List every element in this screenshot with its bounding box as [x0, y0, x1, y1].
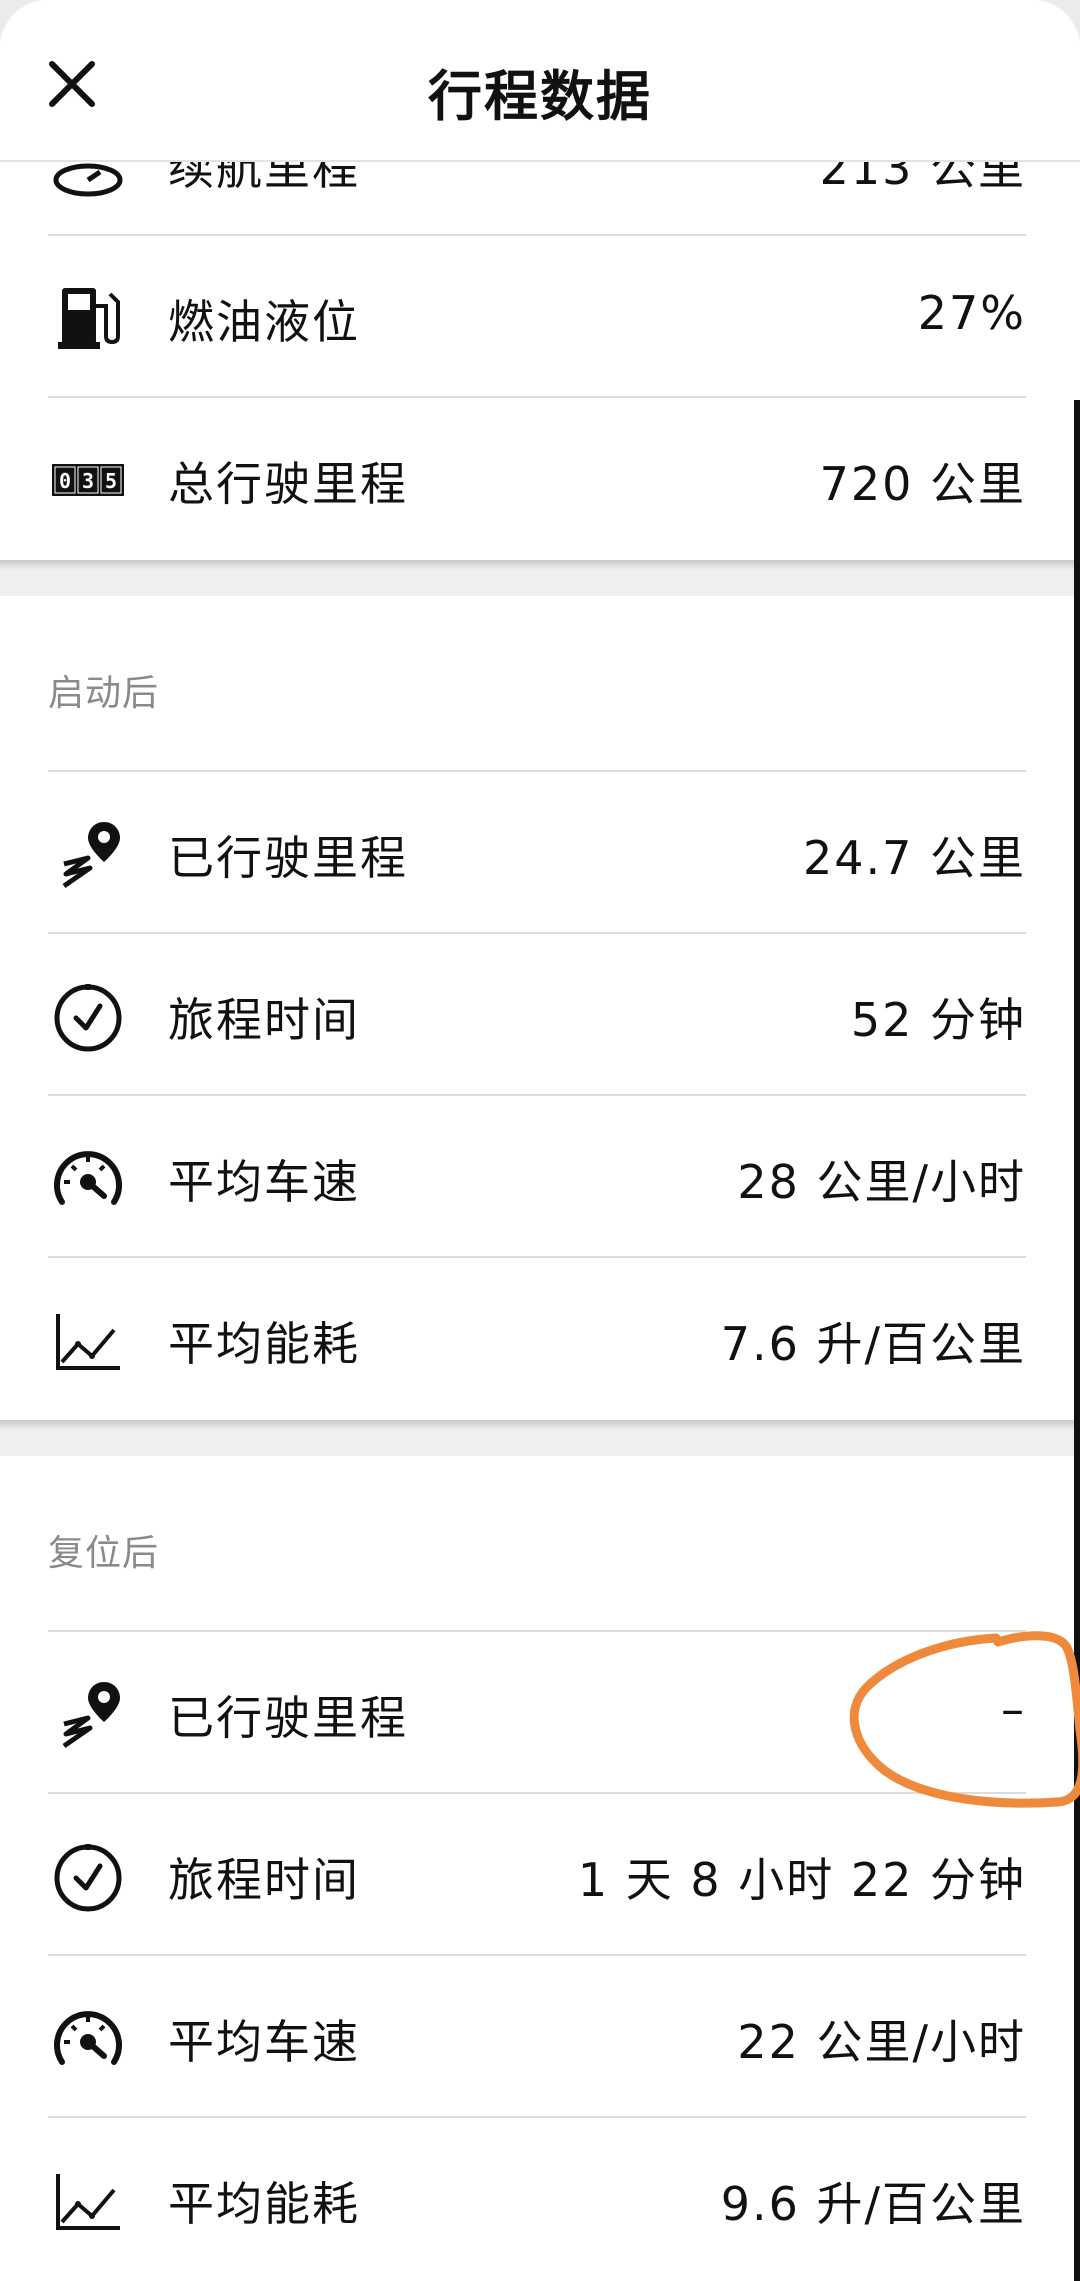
section-label-since-start: 启动后: [48, 673, 160, 714]
section-label-since-reset: 复位后: [48, 1533, 160, 1574]
row-value: 27%: [917, 286, 1026, 340]
row-value: 22 公里/小时: [737, 2015, 1026, 2069]
row-label: 已行驶里程: [168, 1691, 408, 1745]
row-label: 平均能耗: [168, 2177, 360, 2231]
list-item-fuel-level: 燃油液位 27%: [48, 234, 1026, 394]
list-item-trip-time: 旅程时间 52 分钟: [48, 932, 1026, 1092]
row-label: 旅程时间: [168, 993, 360, 1047]
scrollbar[interactable]: [1074, 400, 1080, 2281]
route-pin-icon: [62, 1682, 120, 1749]
list-item-distance: 已行驶里程 –: [48, 1630, 1026, 1790]
odometer-digit: 5: [105, 469, 117, 493]
fuel-pump-icon: [58, 288, 120, 349]
row-value: –: [1001, 1682, 1026, 1736]
row-label: 已行驶里程: [168, 831, 408, 885]
list-item-odometer: 0 3 5 总行驶里程 720 公里: [48, 396, 1026, 556]
odometer-icon: 0 3 5: [52, 464, 124, 496]
trip-data-sheet: 行程数据 续航里程 213 公里 燃油液位 27% 0 3 5 总行驶里程 72…: [0, 0, 1080, 2281]
list-item-trip-time: 旅程时间 1 天 8 小时 22 分钟: [48, 1792, 1026, 1952]
line-chart-icon: [56, 1314, 120, 1370]
header: 行程数据: [0, 0, 1080, 162]
row-label: 总行驶里程: [168, 457, 408, 511]
speedometer-icon: [54, 1151, 122, 1205]
row-label: 平均车速: [168, 1155, 360, 1209]
route-pin-icon: [62, 822, 120, 889]
list-item-average-speed: 平均车速 28 公里/小时: [48, 1094, 1026, 1254]
row-label: 燃油液位: [168, 295, 360, 349]
list-item-average-speed: 平均车速 22 公里/小时: [48, 1954, 1026, 2114]
row-value: 1 天 8 小时 22 分钟: [577, 1853, 1026, 1907]
odometer-digit: 3: [82, 469, 94, 493]
row-value: 28 公里/小时: [737, 1155, 1026, 1209]
row-label: 平均车速: [168, 2015, 360, 2069]
clock-icon: [54, 984, 122, 1052]
row-value: 9.6 升/百公里: [720, 2177, 1026, 2231]
speedometer-icon: [54, 2011, 122, 2065]
list-item-distance: 已行驶里程 24.7 公里: [48, 770, 1026, 930]
row-value: 52 分钟: [850, 993, 1026, 1047]
row-label: 平均能耗: [168, 1317, 360, 1371]
row-value: 7.6 升/百公里: [720, 1317, 1026, 1371]
section-divider: [0, 1420, 1080, 1456]
list-item-average-consumption: 平均能耗 7.6 升/百公里: [48, 1256, 1026, 1416]
row-label: 旅程时间: [168, 1853, 360, 1907]
odometer-digit: 0: [59, 469, 71, 493]
row-value: 24.7 公里: [802, 831, 1026, 885]
list-item-average-consumption: 平均能耗 9.6 升/百公里: [48, 2116, 1026, 2276]
line-chart-icon: [56, 2174, 120, 2230]
clock-icon: [54, 1844, 122, 1912]
page-title: 行程数据: [428, 65, 652, 128]
section-divider: [0, 560, 1080, 596]
row-value: 720 公里: [819, 457, 1026, 511]
